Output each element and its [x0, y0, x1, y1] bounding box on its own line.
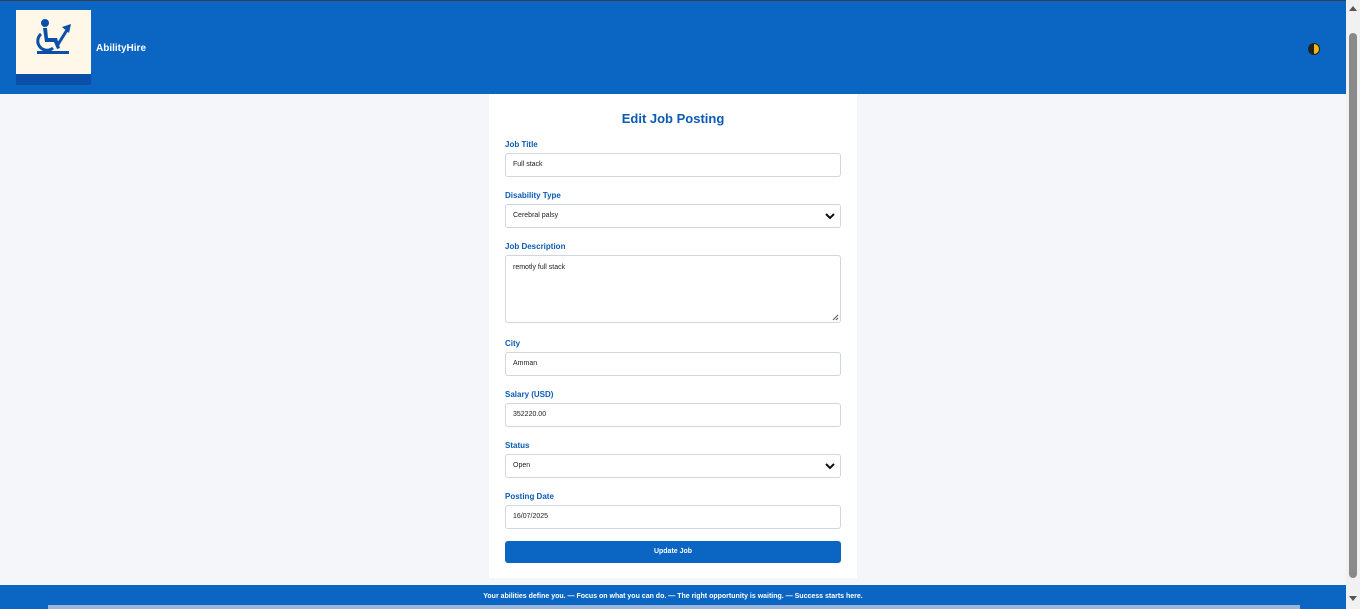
job-title-label: Job Title: [505, 140, 538, 149]
resize-handle-icon[interactable]: [832, 314, 839, 321]
posting-date-label: Posting Date: [505, 492, 554, 501]
disability-type-select[interactable]: Cerebral palsy: [505, 204, 841, 228]
salary-input[interactable]: 352220.00: [505, 403, 841, 427]
city-value: Amman: [513, 360, 538, 367]
scroll-up-icon[interactable]: [1349, 6, 1357, 11]
status-value: Open: [513, 462, 531, 469]
site-header: AbilityHire: [0, 0, 1346, 94]
update-job-button[interactable]: Update Job: [505, 541, 841, 563]
status-label: Status: [505, 441, 530, 450]
job-title-input[interactable]: Full stack: [505, 153, 841, 177]
salary-value: 352220.00: [513, 411, 547, 418]
scroll-thumb[interactable]: [1349, 33, 1357, 578]
job-description-textarea[interactable]: remotly full stack: [505, 255, 841, 323]
chevron-down-icon: [825, 463, 835, 470]
logo-bar: [16, 74, 91, 85]
brand-name[interactable]: AbilityHire: [96, 43, 146, 54]
edit-job-card: Edit Job Posting Job Title Full stack Di…: [489, 94, 857, 578]
status-select[interactable]: Open: [505, 454, 841, 478]
job-title-value: Full stack: [513, 161, 543, 168]
footer-strip: [48, 605, 1300, 609]
city-input[interactable]: Amman: [505, 352, 841, 376]
wheelchair-arrow-icon: [36, 19, 71, 54]
job-description-label: Job Description: [505, 242, 566, 251]
job-description-value: remotly full stack: [513, 264, 566, 271]
city-label: City: [505, 339, 521, 348]
disability-type-value: Cerebral palsy: [513, 212, 559, 219]
scroll-down-icon[interactable]: [1349, 596, 1357, 601]
contrast-toggle-icon[interactable]: [1308, 43, 1320, 55]
salary-label: Salary (USD): [505, 390, 554, 399]
posting-date-input[interactable]: 16/07/2025: [505, 505, 841, 529]
disability-type-label: Disability Type: [505, 191, 561, 200]
chevron-down-icon: [825, 213, 835, 220]
page-title: Edit Job Posting: [621, 111, 725, 126]
vertical-scrollbar[interactable]: [1346, 0, 1360, 609]
posting-date-value: 16/07/2025: [513, 513, 549, 520]
logo[interactable]: [16, 10, 91, 85]
